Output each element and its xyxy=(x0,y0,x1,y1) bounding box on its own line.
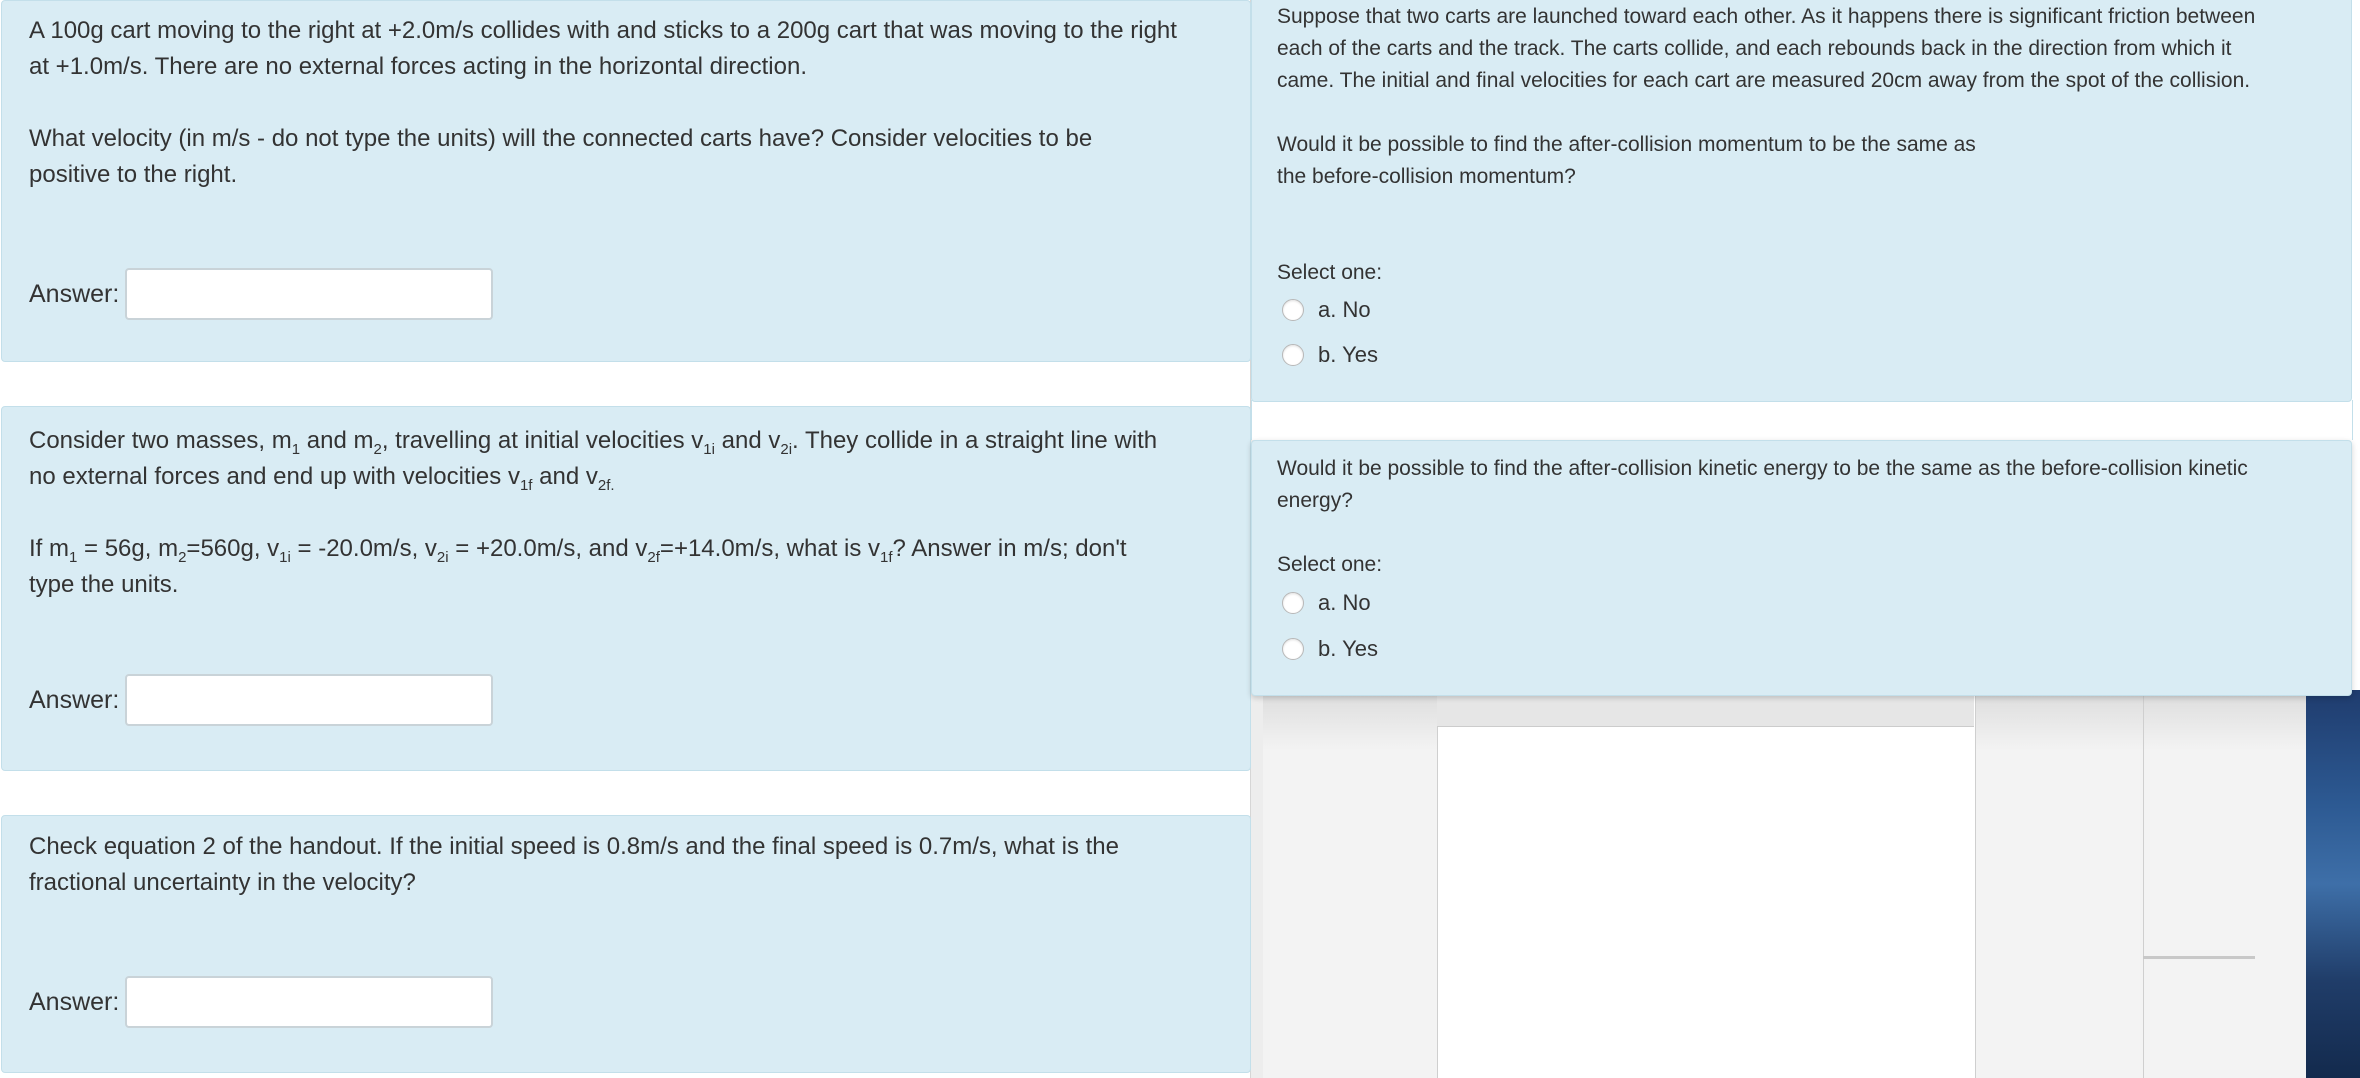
option-label: b. Yes xyxy=(1318,342,1378,367)
answer-label: Answer: xyxy=(29,685,120,714)
question-panel-kinetic-energy: Would it be possible to find the after-c… xyxy=(1251,440,2352,696)
question-line: each of the carts and the track. The car… xyxy=(1277,37,2232,60)
radio-button[interactable] xyxy=(1282,299,1304,321)
question-line: Consider two masses, m1 and m2, travelli… xyxy=(29,427,1158,458)
answer-row: Answer: xyxy=(29,976,494,1028)
question-line: A 100g cart moving to the right at +2.0m… xyxy=(29,17,1177,44)
panel-separator xyxy=(1251,400,2353,440)
answer-label: Answer: xyxy=(29,279,120,308)
question-line: came. The initial and final velocities f… xyxy=(1277,69,2251,92)
question-line: fractional uncertainty in the velocity? xyxy=(29,869,416,896)
question-line: no external forces and end up with veloc… xyxy=(29,463,615,494)
answer-input[interactable] xyxy=(125,674,494,726)
answer-row: Answer: xyxy=(29,674,494,726)
select-one-label: Select one: xyxy=(1277,261,1383,284)
answer-input[interactable] xyxy=(125,268,494,320)
question-text: Consider two masses, m1 and m2, travelli… xyxy=(29,423,1239,603)
option-yes[interactable]: b. Yes xyxy=(1282,636,1378,662)
question-panel-cart-collision: A 100g cart moving to the right at +2.0m… xyxy=(1,0,1251,362)
question-panel-two-masses: Consider two masses, m1 and m2, travelli… xyxy=(1,406,1251,771)
question-panel-momentum: Suppose that two carts are launched towa… xyxy=(1251,0,2352,402)
question-line: Suppose that two carts are launched towa… xyxy=(1277,5,2256,28)
answer-row: Answer: xyxy=(29,268,494,320)
desktop-wallpaper xyxy=(2306,690,2360,1078)
question-line: What velocity (in m/s - do not type the … xyxy=(29,125,1093,152)
question-panel-fractional-uncertainty: Check equation 2 of the handout. If the … xyxy=(1,815,1251,1073)
option-no[interactable]: a. No xyxy=(1282,590,1371,616)
question-line: positive to the right. xyxy=(29,161,238,188)
radio-button[interactable] xyxy=(1282,638,1304,660)
background-window-divider xyxy=(2143,692,2144,1078)
background-window-pane-header xyxy=(1437,692,1974,727)
radio-button[interactable] xyxy=(1282,344,1304,366)
background-window-rule xyxy=(2143,956,2255,959)
question-line: Would it be possible to find the after-c… xyxy=(1277,457,2248,480)
question-line: at +1.0m/s. There are no external forces… xyxy=(29,53,807,80)
question-text: Suppose that two carts are launched towa… xyxy=(1277,1,2337,193)
option-label: a. No xyxy=(1318,297,1371,322)
question-line: type the units. xyxy=(29,571,179,598)
question-line: If m1 = 56g, m2=560g, v1i = -20.0m/s, v2… xyxy=(29,535,1127,566)
question-line: energy? xyxy=(1277,489,1353,512)
option-yes[interactable]: b. Yes xyxy=(1282,342,1378,368)
option-label: b. Yes xyxy=(1318,636,1378,661)
question-line: Would it be possible to find the after-c… xyxy=(1277,133,1976,156)
question-line: the before-collision momentum? xyxy=(1277,165,1576,188)
radio-button[interactable] xyxy=(1282,592,1304,614)
question-text: Would it be possible to find the after-c… xyxy=(1277,453,2337,517)
option-no[interactable]: a. No xyxy=(1282,297,1371,323)
option-label: a. No xyxy=(1318,590,1371,615)
background-window-pane xyxy=(1437,692,1976,1078)
question-line: Check equation 2 of the handout. If the … xyxy=(29,833,1119,860)
answer-label: Answer: xyxy=(29,987,120,1016)
answer-input[interactable] xyxy=(125,976,494,1028)
question-text: A 100g cart moving to the right at +2.0m… xyxy=(29,13,1239,193)
select-one-label: Select one: xyxy=(1277,553,1383,576)
question-text: Check equation 2 of the handout. If the … xyxy=(29,829,1239,901)
